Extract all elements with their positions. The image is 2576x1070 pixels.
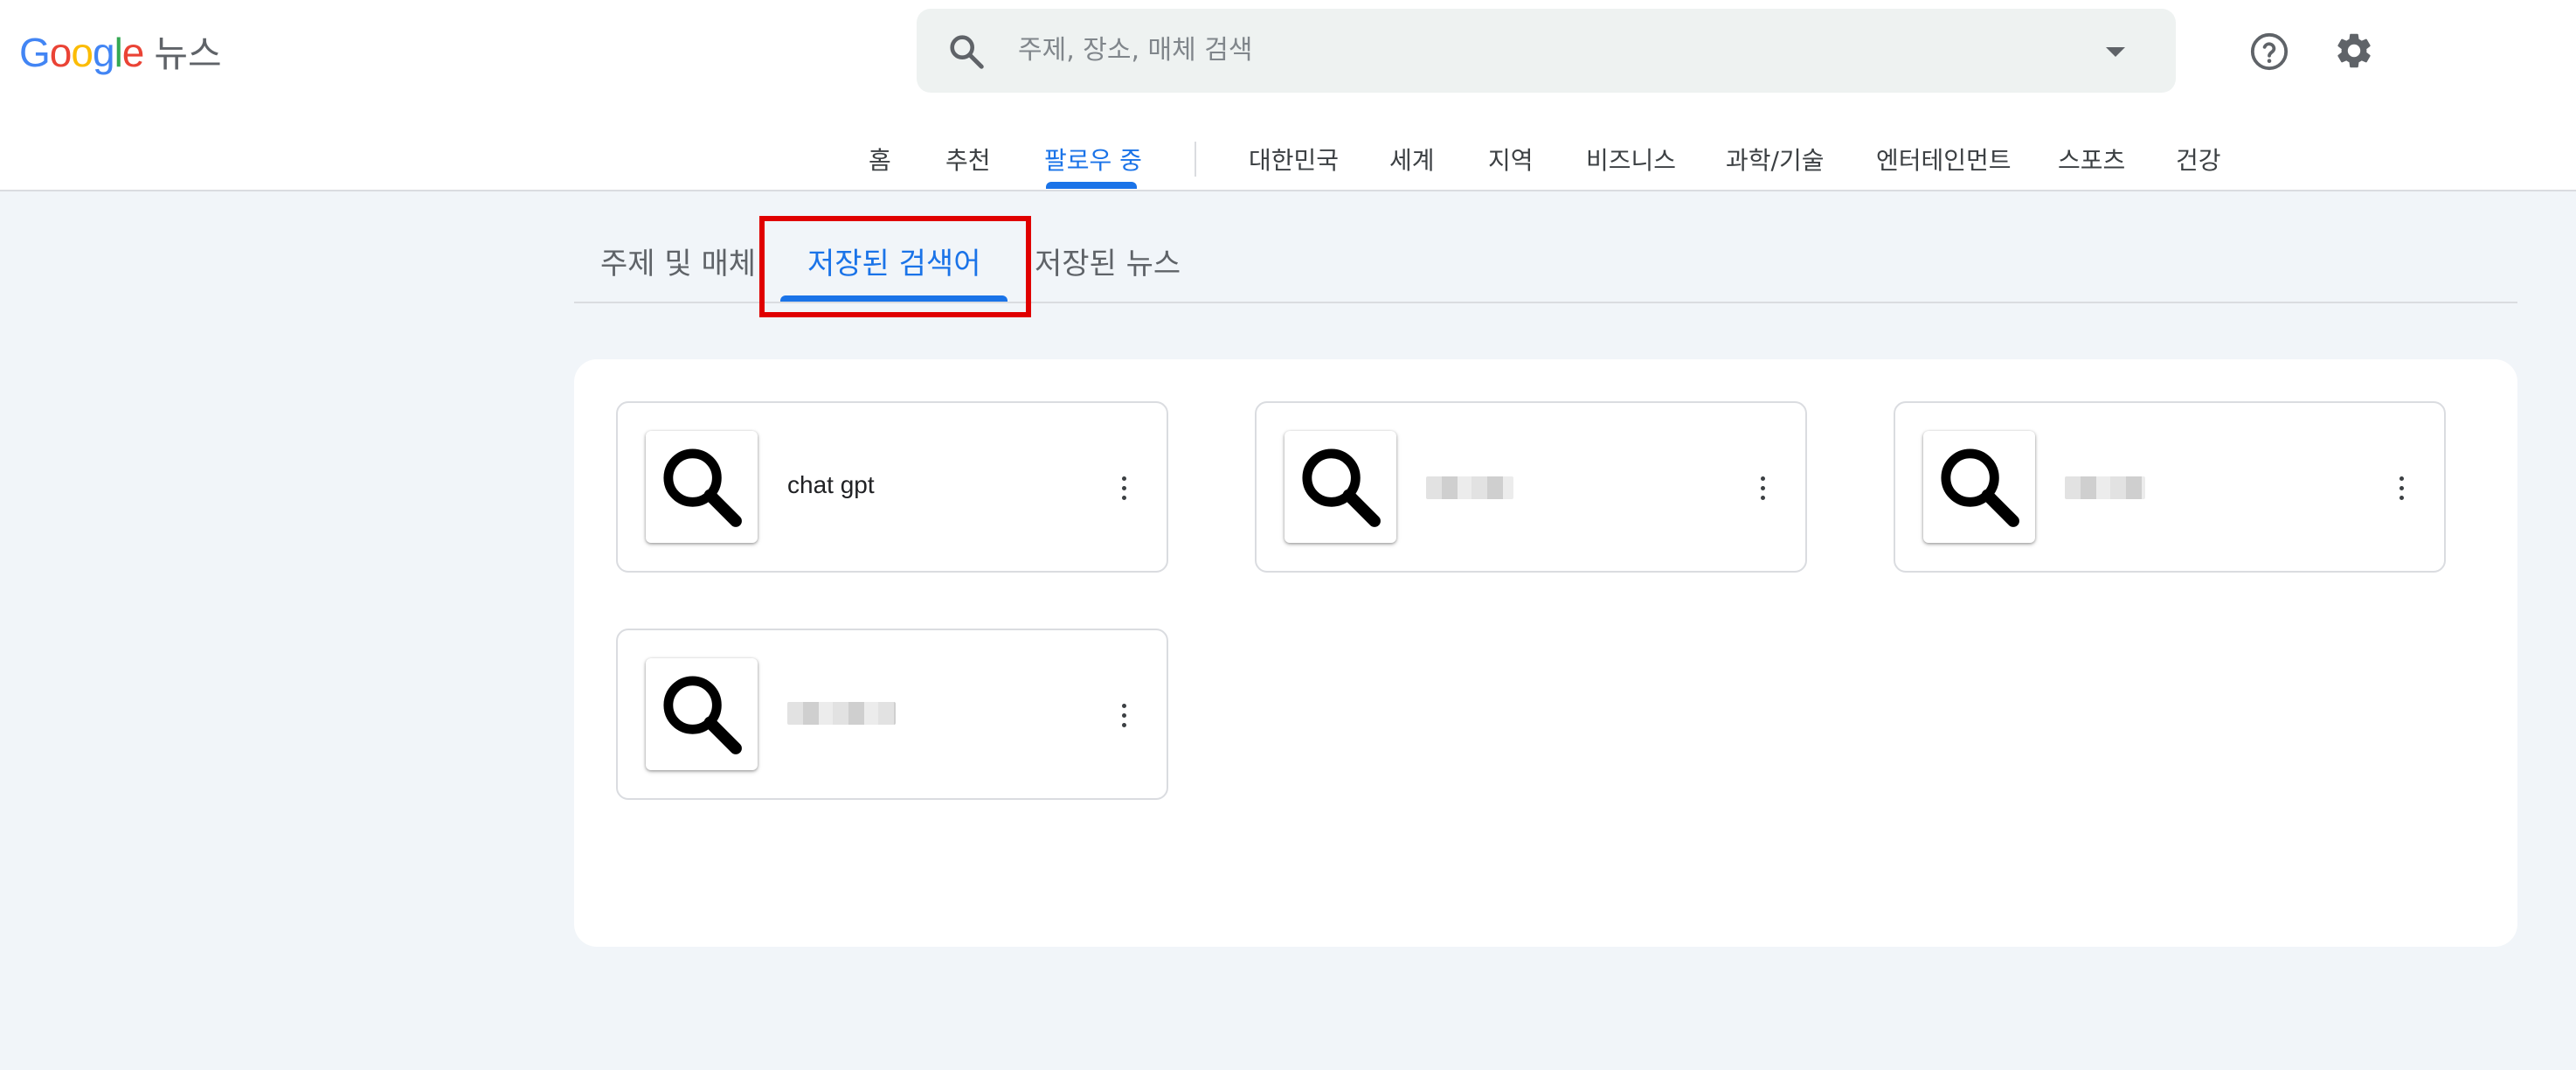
nav-item-entertainment[interactable]: 엔터테인먼트 [1876,142,2012,177]
logo-letter: l [114,30,123,75]
search-thumbnail [1285,431,1396,543]
redacted-label [1426,476,1513,499]
magnifier-icon [663,676,742,754]
search-thumbnail [646,658,758,770]
nav-item-following[interactable]: 팔로우 중 [1044,142,1142,177]
search-input[interactable]: 주제, 장소, 매체 검색 [1018,9,1252,93]
logo-letter: e [121,30,145,75]
search-thumbnail [1923,431,2035,543]
logo-letter: g [92,30,115,75]
main-nav: 홈 추천 팔로우 중 대한민국 세계 지역 비즈니스 과학/기술 엔터테인먼트 … [0,131,2576,191]
nav-item-business[interactable]: 비즈니스 [1586,142,1676,177]
nav-item-home[interactable]: 홈 [869,142,891,177]
saved-search-card[interactable]: chat gpt [616,401,1168,573]
chevron-down-icon[interactable] [2106,47,2125,57]
google-news-logo[interactable]: Google 뉴스 [19,24,222,77]
saved-search-card[interactable] [1894,401,2446,573]
more-vert-icon[interactable] [1121,476,1128,501]
highlight-annotation [759,216,1031,317]
nav-item-for-you[interactable]: 추천 [945,142,991,177]
google-wordmark: Google [19,29,145,76]
nav-item-local[interactable]: 지역 [1488,142,1534,177]
logo-letter: o [49,30,73,75]
saved-searches-panel: chat gpt [574,359,2517,947]
redacted-label [787,702,896,725]
top-header: Google 뉴스 주제, 장소, 매체 검색 홈 추천 팔로우 중 대한민국 … [0,0,2576,191]
redacted-label [2065,476,2145,499]
gear-icon[interactable] [2333,30,2375,72]
nav-divider [1195,142,1196,177]
nav-item-korea[interactable]: 대한민국 [1249,142,1339,177]
saved-search-label: chat gpt [787,471,875,498]
active-nav-indicator [1046,182,1137,189]
search-thumbnail [646,431,758,543]
search-bar[interactable]: 주제, 장소, 매체 검색 [917,9,2176,93]
more-vert-icon[interactable] [1760,476,1767,501]
logo-letter: G [19,30,51,75]
saved-search-card[interactable] [616,629,1168,800]
saved-search-card[interactable] [1255,401,1807,573]
magnifier-icon [663,448,742,527]
nav-item-world[interactable]: 세계 [1389,142,1435,177]
magnifier-icon [1302,448,1381,527]
magnifier-icon [1941,448,2019,527]
search-icon[interactable] [946,31,987,72]
more-vert-icon[interactable] [2399,476,2406,501]
nav-item-sports[interactable]: 스포츠 [2058,142,2125,177]
product-name: 뉴스 [154,32,222,75]
tab-saved-stories[interactable]: 저장된 뉴스 [1035,240,1181,282]
nav-item-health[interactable]: 건강 [2176,142,2221,177]
more-vert-icon[interactable] [1121,704,1128,728]
nav-item-science-tech[interactable]: 과학/기술 [1726,142,1824,177]
tab-topics-sources[interactable]: 주제 및 매체 [600,240,756,282]
help-circle-icon[interactable] [2249,31,2289,72]
logo-letter: o [71,30,93,75]
